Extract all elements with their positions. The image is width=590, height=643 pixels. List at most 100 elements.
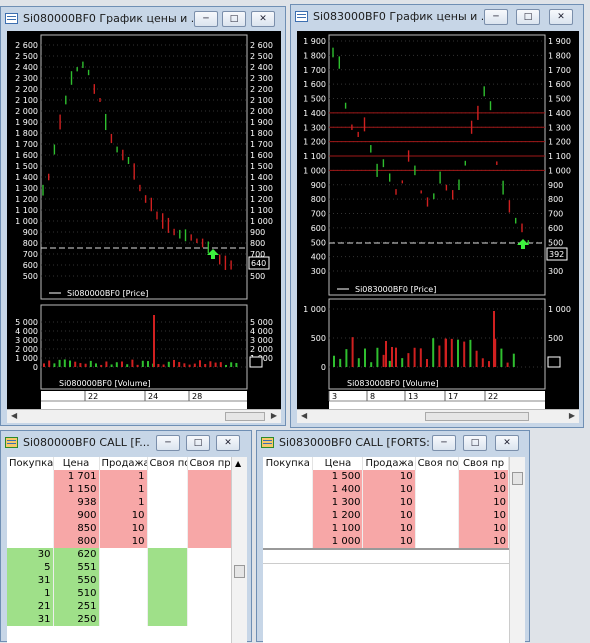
cell-price[interactable]: 1 400 [312,483,364,496]
cell-buy[interactable]: 30 [7,548,54,561]
titlebar[interactable]: Si083000BF0 График цены и ... ─ □ ✕ [291,5,583,29]
col-buy[interactable]: Покупка [263,457,314,470]
cell-own-buy[interactable] [147,574,188,587]
cell-buy[interactable] [7,509,54,522]
cell-buy[interactable] [7,496,54,509]
table-row[interactable]: 1 701 1 [7,470,232,483]
cell-sell[interactable]: 10 [99,522,148,535]
scroll-thumb[interactable] [512,472,523,485]
cell-price[interactable]: 510 [53,587,100,600]
minimize-button[interactable]: ─ [432,435,456,451]
cell-own-buy[interactable] [147,587,188,600]
cell-own-buy[interactable] [147,561,188,574]
chart-area[interactable]: 1 900 1 800 1 700 1 600 1 500 1 400 1 300 1 200… [297,31,579,411]
cell-price[interactable]: 850 [53,522,100,535]
col-sell[interactable]: Продажа [362,457,416,470]
table-row[interactable]: 5 551 [7,561,232,574]
close-button[interactable]: ✕ [251,11,275,27]
cell-price[interactable]: 1 000 [312,535,364,549]
cell-own-buy[interactable] [147,470,188,483]
cell-sell[interactable]: 10 [362,535,416,549]
cell-price[interactable]: 1 200 [312,509,364,522]
table-row[interactable]: 31 250 [7,613,232,626]
cell-buy[interactable]: 21 [7,600,54,613]
col-price[interactable]: Цена [53,457,100,470]
titlebar[interactable]: Si080000BF0 График цены и ... ─ □ ✕ [1,7,285,31]
scroll-left-icon[interactable]: ◀ [301,411,307,420]
cell-own-sell[interactable]: 10 [458,496,509,509]
titlebar[interactable]: Si083000BF0 CALL [FORTS:... ─ □ ✕ [257,431,529,455]
cell-price[interactable]: 250 [53,613,100,626]
close-button[interactable]: ✕ [216,435,240,451]
cell-price[interactable]: 1 300 [312,496,364,509]
cell-buy[interactable] [7,535,54,548]
cell-price[interactable]: 551 [53,561,100,574]
table-row[interactable]: 938 1 [7,496,232,509]
maximize-button[interactable]: □ [222,11,246,27]
order-book-table[interactable]: Покупка Цена Продажа Своя по Своя пр 1 7… [7,457,232,626]
cell-own-sell[interactable] [187,483,232,496]
cell-sell[interactable]: 1 [99,483,148,496]
col-price[interactable]: Цена [312,457,364,470]
cell-sell[interactable]: 10 [362,509,416,522]
price-volume-chart[interactable]: 2 600 2 500 2 400 2 300 2 200 2 100 2 000 1 900… [7,31,281,411]
minimize-button[interactable]: ─ [194,11,218,27]
table-row[interactable]: 1 200 10 10 [263,509,509,522]
table-row[interactable]: 1 500 10 10 [263,470,509,483]
cell-buy[interactable] [263,509,314,522]
cell-sell[interactable] [99,587,148,600]
cell-own-sell[interactable] [187,522,232,535]
cell-sell[interactable] [99,548,148,561]
cell-own-buy[interactable] [147,548,188,561]
cell-price[interactable]: 938 [53,496,100,509]
col-sell[interactable]: Продажа [99,457,148,470]
cell-price[interactable]: 550 [53,574,100,587]
cell-own-sell[interactable]: 10 [458,535,509,549]
cell-buy[interactable] [263,522,314,535]
cell-price[interactable]: 900 [53,509,100,522]
cell-own-buy[interactable] [147,600,188,613]
maximize-button[interactable]: □ [186,435,210,451]
cell-sell[interactable] [99,561,148,574]
cell-own-sell[interactable]: 10 [458,522,509,535]
scroll-left-icon[interactable]: ◀ [11,411,17,420]
cell-own-buy[interactable] [415,509,460,522]
col-own-sell[interactable]: Своя пр [458,457,509,470]
cell-buy[interactable] [263,535,314,549]
cell-own-sell[interactable] [187,496,232,509]
col-own-sell[interactable]: Своя пр [187,457,232,470]
cell-price[interactable]: 1 100 [312,522,364,535]
cell-price[interactable]: 620 [53,548,100,561]
price-volume-chart[interactable]: 1 900 1 800 1 700 1 600 1 500 1 400 1 300 1 200… [297,31,579,411]
cell-sell[interactable] [99,600,148,613]
cell-own-sell[interactable] [187,509,232,522]
table-row[interactable]: 21 251 [7,600,232,613]
cell-own-buy[interactable] [147,613,188,626]
cell-own-sell[interactable]: 10 [458,509,509,522]
table-row[interactable]: 31 550 [7,574,232,587]
table-row[interactable]: 800 10 [7,535,232,548]
table-row[interactable]: 1 510 [7,587,232,600]
cell-buy[interactable] [263,483,314,496]
minimize-button[interactable]: ─ [484,9,508,25]
vertical-scrollbar[interactable] [509,457,525,643]
cell-sell[interactable]: 10 [362,496,416,509]
cell-buy[interactable] [263,470,314,483]
col-buy[interactable]: Покупка [7,457,54,470]
table-row[interactable]: 1 100 10 10 [263,522,509,535]
table-row[interactable]: 900 10 [7,509,232,522]
cell-price[interactable]: 1 701 [53,470,100,483]
cell-own-sell[interactable] [187,548,232,561]
cell-buy[interactable]: 31 [7,613,54,626]
cell-own-sell[interactable] [187,587,232,600]
cell-own-buy[interactable] [415,470,460,483]
cell-own-buy[interactable] [147,535,188,548]
scroll-thumb[interactable] [225,412,265,421]
cell-own-buy[interactable] [415,535,460,549]
cell-sell[interactable]: 10 [99,509,148,522]
order-book-grid[interactable]: Покупка Цена Продажа Своя по Своя пр 1 5… [263,457,525,643]
table-row[interactable]: 850 10 [7,522,232,535]
minimize-button[interactable]: ─ [156,435,180,451]
horizontal-scrollbar[interactable]: ◀ ▶ [297,409,579,423]
close-button[interactable]: ✕ [549,9,573,25]
